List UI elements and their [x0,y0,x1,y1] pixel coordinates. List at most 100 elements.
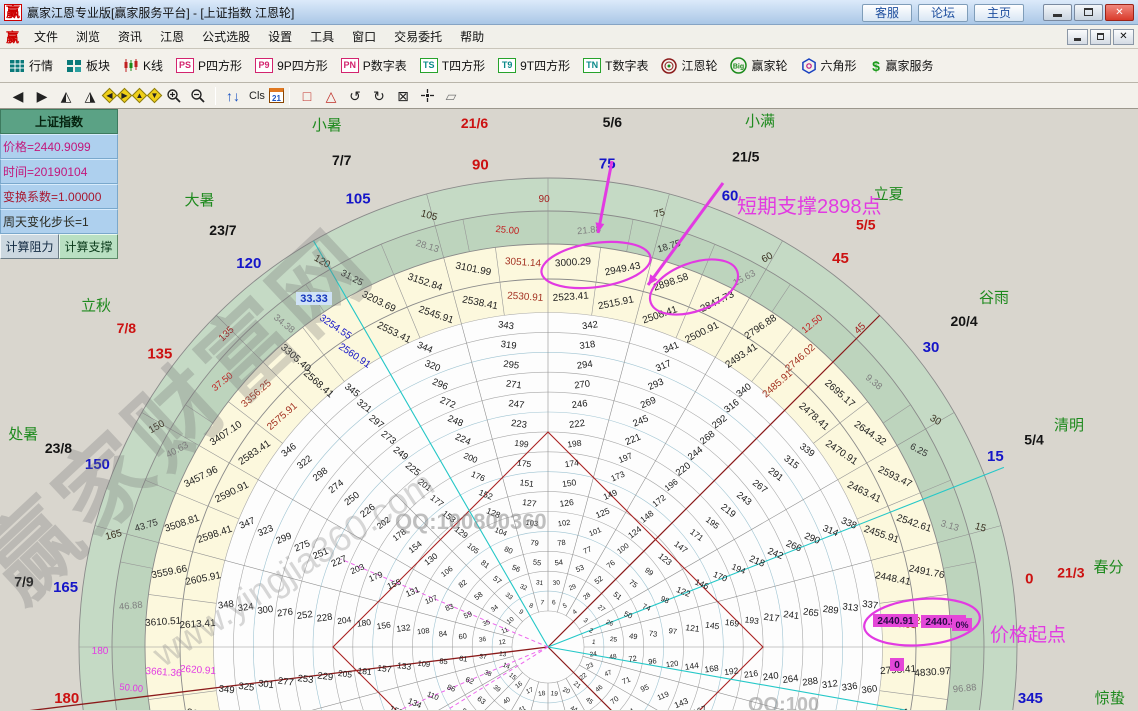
rotate-ccw-icon[interactable]: ↺ [346,86,364,106]
svg-text:151: 151 [519,477,535,489]
rotate-cw-icon[interactable]: ↻ [370,86,388,106]
close-button[interactable]: ✕ [1105,4,1134,21]
toolbar-item-label: 板块 [86,57,110,74]
toolbar-item-label: 赢家服务 [886,57,934,74]
draw-triangle-icon[interactable]: △ [322,86,340,106]
menu-item[interactable]: 江恩 [151,28,193,46]
zoom-in-icon[interactable] [165,88,183,104]
time-param-row: 时间=20190104 [0,159,118,184]
mdi-minimize-button[interactable] [1067,29,1088,45]
updown-axis-icon[interactable]: ↑↓ [224,86,242,106]
svg-text:228: 228 [316,612,333,625]
toolbar-item-赢家轮[interactable]: Big赢家轮 [725,55,792,76]
svg-text:175: 175 [517,457,533,469]
svg-text:0: 0 [894,660,900,671]
svg-text:90: 90 [472,157,489,174]
menu-item[interactable]: 公式选股 [193,28,259,46]
calendar-icon[interactable]: 21 [269,88,284,103]
toolbar-item-行情[interactable]: 行情 [4,55,58,76]
badge-ts-icon: TS [420,58,438,73]
toolbar-item-label: K线 [143,57,163,74]
badge-t9-icon: T9 [498,58,516,73]
badge-ps-icon: PS [176,58,194,73]
mdi-restore-button[interactable] [1090,29,1111,45]
menu-item[interactable]: 设置 [259,28,301,46]
calc-support-button[interactable]: 计算支撑 [59,234,118,259]
svg-text:294: 294 [576,359,593,372]
svg-text:181: 181 [357,665,373,677]
toolbar-item-P数字表[interactable]: PN P数字表 [336,55,412,76]
toolbar-item-K线[interactable]: K线 [118,55,168,76]
rotate-left-icon[interactable]: ◀ [102,88,118,104]
menu-item[interactable]: 工具 [301,28,343,46]
mdi-close-button[interactable]: ✕ [1113,29,1134,45]
toolbar-item-T四方形[interactable]: TS T四方形 [415,55,490,76]
center-expand-icon[interactable] [418,88,436,103]
svg-text:97: 97 [668,626,677,636]
svg-text:253: 253 [297,673,314,686]
rotate-up-icon[interactable]: ▲ [132,88,148,104]
svg-text:73: 73 [648,629,657,639]
menu-item[interactable]: 资讯 [109,28,151,46]
step-forward-icon[interactable]: ◮ [81,86,99,106]
step-back-icon[interactable]: ◭ [57,86,75,106]
nav-left-icon[interactable]: ◀ [9,86,27,106]
toolbar-item-label: T数字表 [605,57,648,74]
svg-text:37: 37 [479,653,487,661]
quick-button-0[interactable]: 客服 [862,4,912,22]
gann-wheel-chart[interactable]: 1234567891011121314151617181920212223242… [0,109,1138,710]
draw-square-icon[interactable]: □ [298,86,316,106]
app-window: { "window": { "title": "赢家江恩专业版[赢家服务平台] … [0,0,1138,711]
toolbar-item-六角形[interactable]: 六角形 [796,55,862,76]
menu-item[interactable]: 文件 [25,28,67,46]
minimize-button[interactable] [1043,4,1072,21]
rotate-right-icon[interactable]: ▶ [117,88,133,104]
delete-box-icon[interactable]: ⊠ [394,86,412,106]
toolbar-item-9T四方形[interactable]: T9 9T四方形 [493,55,575,76]
svg-text:343: 343 [497,319,514,332]
svg-text:96.88: 96.88 [952,682,977,695]
quick-button-2[interactable]: 主页 [974,4,1024,22]
toolbar-item-板块[interactable]: 板块 [61,55,115,76]
toolbar-item-label: T四方形 [442,57,485,74]
svg-text:24: 24 [589,651,597,659]
rotate-down-icon[interactable]: ▼ [147,88,163,104]
svg-text:174: 174 [564,457,580,469]
cls-button[interactable]: Cls [248,86,266,106]
svg-text:349: 349 [218,683,235,696]
svg-text:小暑: 小暑 [312,117,342,134]
toolbar-item-P四方形[interactable]: PSP四方形 [171,55,247,76]
svg-text:133: 133 [397,660,413,672]
nav-right-icon[interactable]: ▶ [33,86,51,106]
svg-text:150: 150 [562,477,578,489]
svg-text:72: 72 [628,654,637,664]
maximize-button[interactable] [1074,4,1103,21]
toolbar-item-label: P数字表 [363,57,407,74]
menu-item[interactable]: 浏览 [67,28,109,46]
menu-item[interactable]: 交易委托 [385,28,451,46]
quick-button-1[interactable]: 论坛 [918,4,968,22]
badge-pn-icon: PN [341,58,359,73]
svg-text:276: 276 [277,606,294,619]
svg-text:216: 216 [743,668,759,680]
toolbar-item-江恩轮[interactable]: 江恩轮 [656,55,722,76]
toolbar-item-T数字表[interactable]: TNT数字表 [578,55,653,76]
svg-text:252: 252 [296,609,313,622]
chart-area: 1234567891011121314151617181920212223242… [0,109,1138,710]
calc-resistance-button[interactable]: 计算阻力 [0,234,59,259]
svg-text:247: 247 [508,398,525,411]
menu-item[interactable]: 帮助 [451,28,493,46]
menu-item[interactable]: 窗口 [343,28,385,46]
toolbar-item-9P四方形[interactable]: P99P四方形 [250,55,333,76]
svg-text:50.00: 50.00 [119,682,144,695]
skew-rect-icon[interactable]: ▱ [442,86,460,106]
toolbar-item-赢家服务[interactable]: $赢家服务 [865,55,939,76]
svg-text:145: 145 [705,620,721,632]
svg-text:55: 55 [532,558,541,568]
svg-text:289: 289 [822,604,839,617]
svg-text:79: 79 [530,538,539,548]
svg-text:20/4: 20/4 [950,313,977,329]
toolbar-item-label: 六角形 [821,57,857,74]
zoom-out-icon[interactable] [189,88,207,104]
toolbar-item-label: 9T四方形 [520,57,570,74]
